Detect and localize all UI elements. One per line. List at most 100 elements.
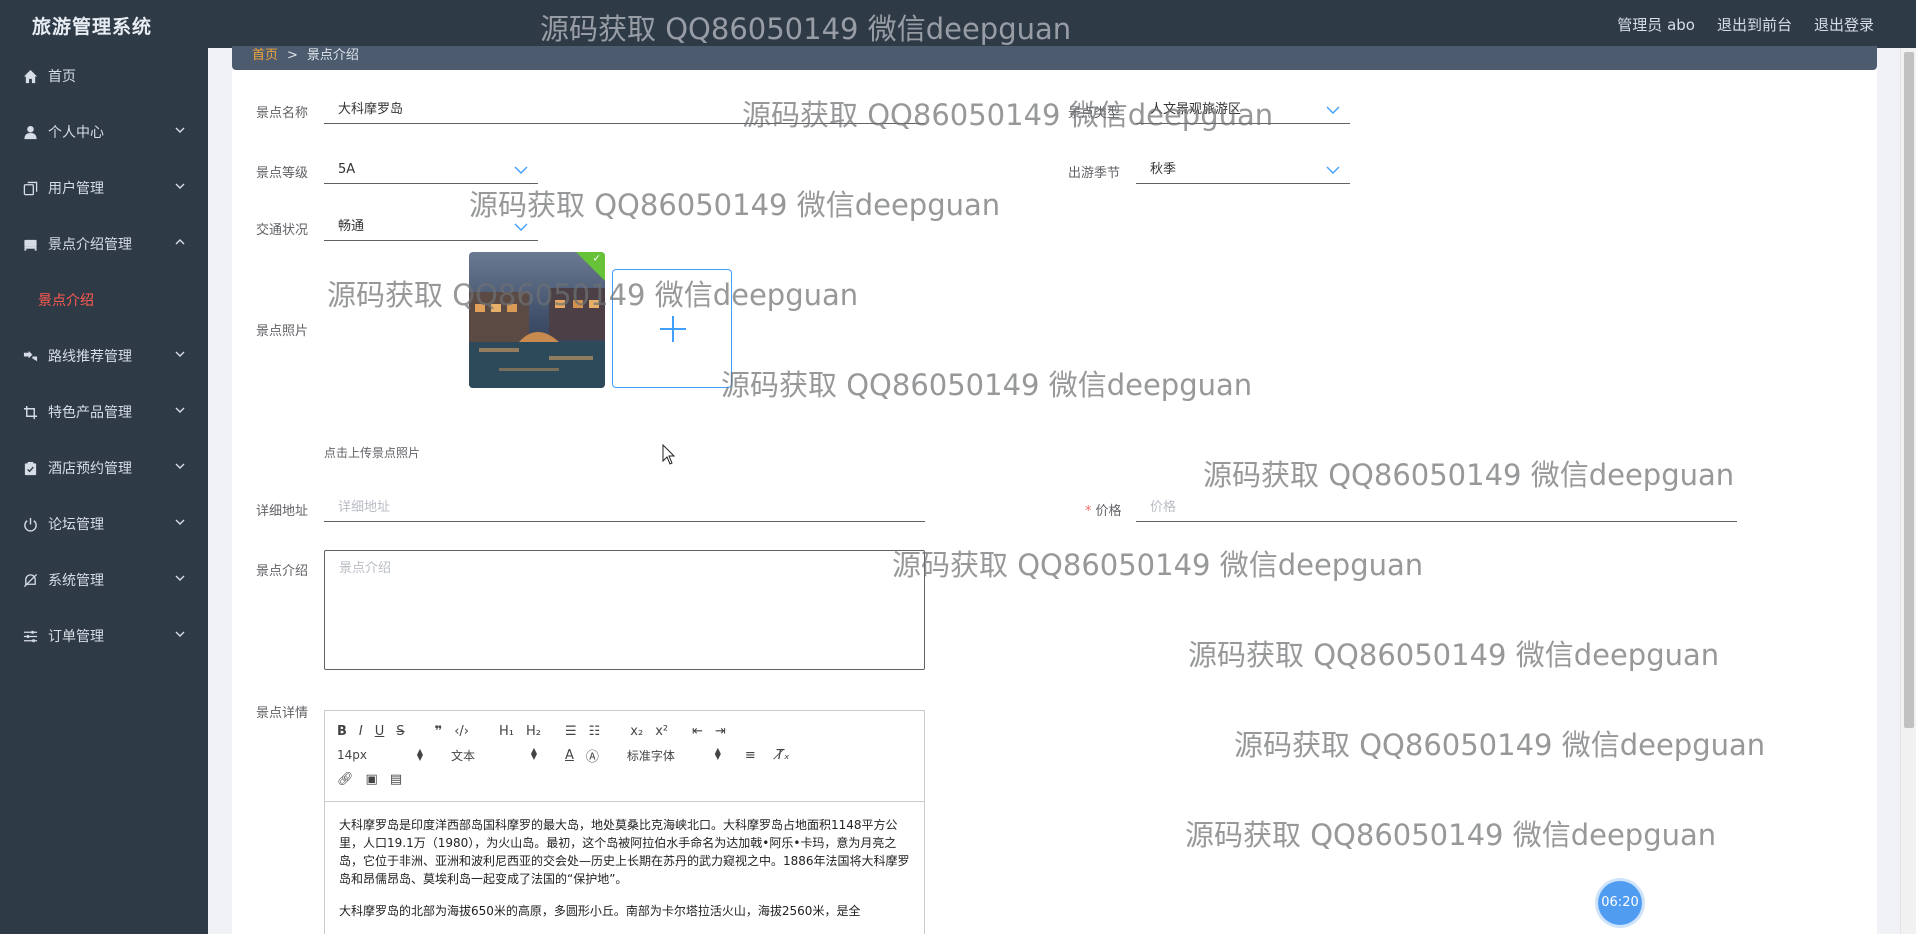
subscript-button[interactable]: x₂ [630,724,643,739]
blockquote-button[interactable]: ❞ [435,724,443,739]
code-block-button[interactable]: ‹/› [454,724,469,739]
chevron-down-icon [175,127,185,133]
price-label-wrap: * 价格 [1085,500,1122,519]
indent-button[interactable]: ⇥ [715,724,726,739]
name-input[interactable]: 大科摩罗岛 [324,98,925,124]
type-select-value: 人文景观旅游区 [1150,102,1242,117]
check-icon: ✓ [592,253,601,265]
link-icon[interactable]: 🔗︎ [337,772,354,787]
type-label: 景点类型 [1068,106,1121,121]
font-family-value: 标准字体 [626,748,675,763]
sidebar-item-user-management[interactable]: 用户管理 [0,160,208,216]
clear-format-button[interactable]: T̸ₓ [776,748,790,763]
sidebar-item-label: 首页 [48,69,76,85]
breadcrumb-home[interactable]: 首页 [252,48,278,63]
header-actions: 管理员 abo 退出到前台 退出登录 [1617,14,1874,35]
bed-icon [22,236,38,252]
sliders-icon [22,628,38,644]
current-user[interactable]: 管理员 abo [1617,14,1695,35]
page-scrollbar[interactable] [1900,48,1916,934]
route-icon [22,348,38,364]
sidebar-item-product-management[interactable]: 特色产品管理 [0,384,208,440]
sidebar-item-hotel-management[interactable]: 酒店预约管理 [0,440,208,496]
chevron-down-icon [1326,166,1340,174]
breadcrumb-separator: > [287,48,298,63]
watermark: 源码获取 QQ86050149 微信deepguan [540,12,1072,46]
bold-button[interactable]: B [337,724,347,739]
mouse-cursor-icon [662,444,676,465]
photo-label: 景点照片 [256,324,309,339]
align-button[interactable]: ≡ [745,748,756,763]
sidebar-subitem-scenic-intro[interactable]: 景点介绍 [0,272,208,328]
sidebar-item-label: 酒店预约管理 [48,461,132,477]
copy-icon [22,180,38,196]
rich-text-editor: B I U S ❞ ‹/› H₁ H₂ ☰ ☷ x₂ x² ⇤ ⇥ 14px ▲ ▼… [324,710,925,934]
select-arrows-icon: ▲ ▼ [714,745,721,761]
intro-textarea[interactable]: 景点介绍 [324,550,925,670]
power-icon [22,516,38,532]
sidebar-item-scenic-management[interactable]: 景点介绍管理 [0,216,208,272]
bullet-list-button[interactable]: ☷ [589,724,601,739]
season-select-value: 秋季 [1150,162,1177,177]
season-select[interactable]: 秋季 [1136,158,1350,184]
text-type-value: 文本 [451,748,476,763]
header-1-button[interactable]: H₁ [499,724,514,739]
timer-badge[interactable]: 06:20 [1598,881,1642,925]
video-icon[interactable]: ▤ [390,772,402,787]
price-input[interactable]: 价格 [1136,496,1737,522]
font-size-value: 14px [337,748,367,762]
italic-button[interactable]: I [359,724,363,739]
scenic-photo-thumbnail[interactable]: ✓ [469,252,605,388]
sidebar-item-label: 个人中心 [48,125,104,141]
home-icon [22,68,38,84]
editor-content[interactable]: 大科摩罗岛是印度洋西部岛国科摩罗的最大岛，地处莫桑比克海峡北口。大科摩罗岛占地面… [325,802,924,920]
chevron-down-icon [175,407,185,413]
level-select[interactable]: 5A [324,158,538,184]
sidebar-item-route-management[interactable]: 路线推荐管理 [0,328,208,384]
font-size-select[interactable]: 14px ▲ ▼ [337,747,423,763]
ordered-list-button[interactable]: ☰ [565,724,577,739]
underline-button[interactable]: U [375,724,385,739]
sidebar: 首页 个人中心 用户管理 景点介绍管理 景点介绍 路线推荐管理 特色产品管理 酒… [0,48,208,934]
photo-upload-hint: 点击上传景点照片 [324,446,421,460]
background-color-button[interactable]: Ⓐ [586,746,599,765]
sidebar-item-label: 景点介绍管理 [48,237,132,253]
intro-label: 景点介绍 [256,564,309,579]
bell-off-icon [22,572,38,588]
editor-toolbar: B I U S ❞ ‹/› H₁ H₂ ☰ ☷ x₂ x² ⇤ ⇥ 14px ▲ ▼… [325,711,924,802]
address-input[interactable]: 详细地址 [324,496,925,522]
image-icon[interactable]: ▣ [366,772,378,787]
level-select-value: 5A [338,162,356,177]
photo-upload-button[interactable] [612,269,732,388]
font-family-select[interactable]: 标准字体 ▲ ▼ [626,745,721,764]
outdent-button[interactable]: ⇤ [692,724,703,739]
breadcrumb: 首页 > 景点介绍 [232,46,1877,70]
text-type-select[interactable]: 文本 ▲ ▼ [451,746,537,764]
chevron-down-icon [175,351,185,357]
chevron-down-icon [175,463,185,469]
type-select[interactable]: 人文景观旅游区 [1136,98,1350,124]
logout-link[interactable]: 退出登录 [1814,14,1874,35]
required-mark: * [1085,504,1092,519]
sidebar-item-personal-center[interactable]: 个人中心 [0,104,208,160]
strike-button[interactable]: S [396,724,404,739]
font-color-button[interactable]: A [565,748,574,763]
sidebar-item-order-management[interactable]: 订单管理 [0,608,208,664]
chevron-up-icon [175,239,185,245]
sidebar-item-label: 订单管理 [48,629,104,645]
traffic-select[interactable]: 畅通 [324,215,538,241]
exit-to-front-link[interactable]: 退出到前台 [1717,14,1792,35]
header-2-button[interactable]: H₂ [526,724,541,739]
sidebar-item-home[interactable]: 首页 [0,48,208,104]
sidebar-item-label: 路线推荐管理 [48,349,132,365]
select-arrows-icon: ▲ ▼ [416,747,423,762]
chevron-down-icon [175,519,185,525]
address-label: 详细地址 [256,504,309,519]
sidebar-item-forum-management[interactable]: 论坛管理 [0,496,208,552]
chevron-down-icon [175,575,185,581]
editor-paragraph: 大科摩罗岛的北部为海拔650米的高原，多圆形小丘。南部为卡尔塔拉活火山，海拔25… [339,904,861,918]
scrollbar-thumb[interactable] [1904,52,1914,728]
sidebar-item-system-management[interactable]: 系统管理 [0,552,208,608]
plus-icon [660,316,686,342]
superscript-button[interactable]: x² [655,724,668,739]
